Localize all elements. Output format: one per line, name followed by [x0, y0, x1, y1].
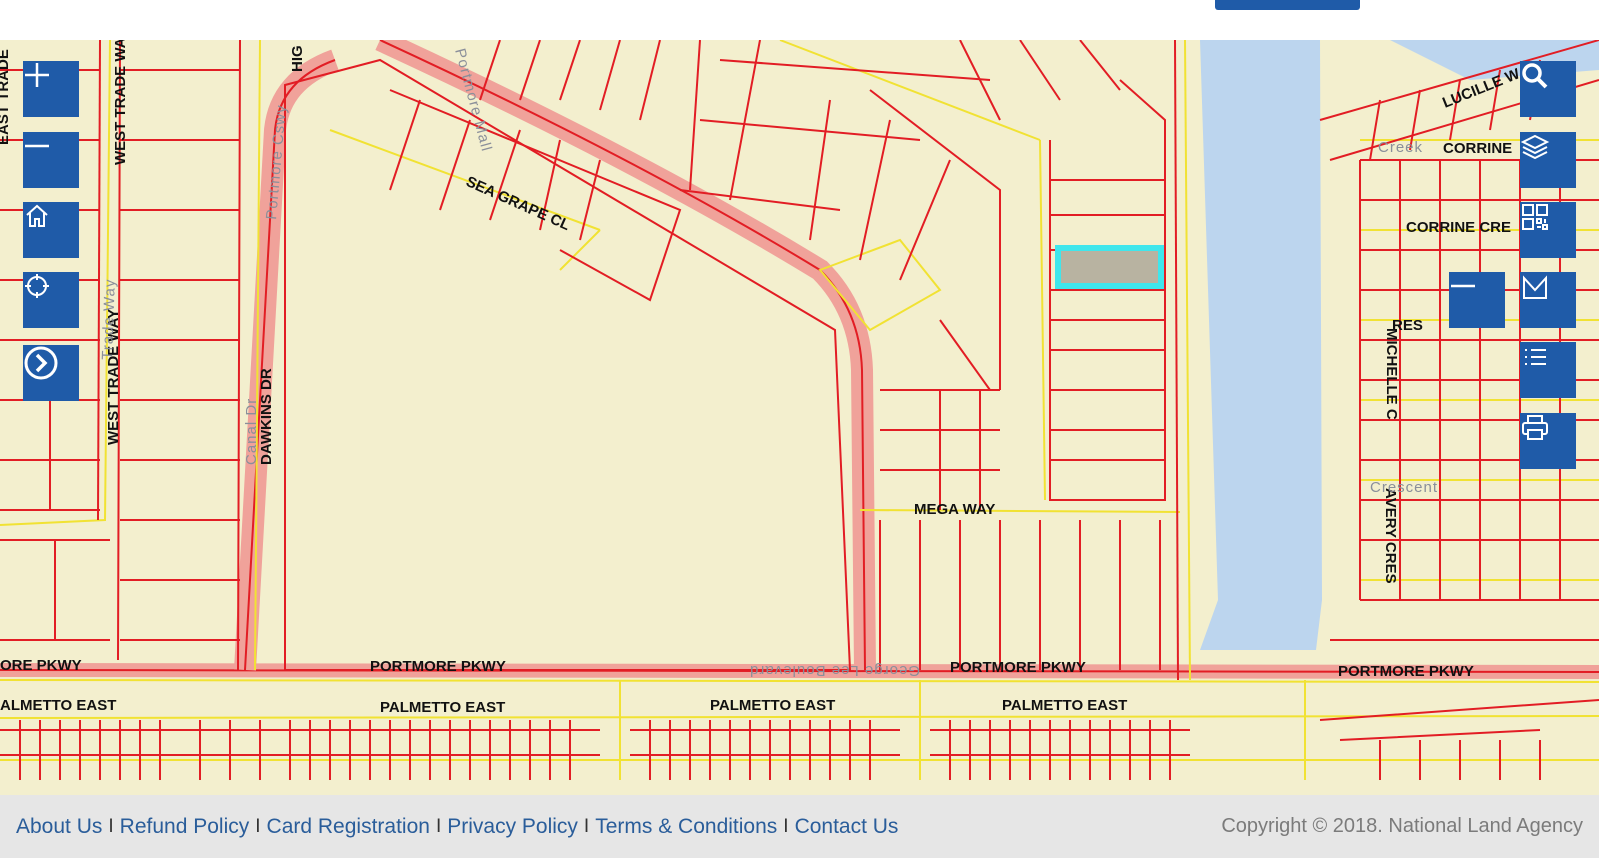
street-label: ORE PKWY [0, 657, 82, 674]
search-icon [1522, 63, 1548, 89]
crosshair-icon [25, 274, 49, 298]
link-separator: I [583, 815, 590, 837]
chevron-right-circle-icon [24, 346, 58, 380]
street-label: ALMETTO EAST [0, 697, 116, 714]
map-view[interactable]: WEST TRADE WAY WEST TRADE WAY EAST TRADE… [0, 40, 1599, 795]
street-label: PORTMORE PKWY [950, 659, 1086, 676]
street-label: Canal Dr [243, 398, 260, 465]
privacy-policy-link[interactable]: Privacy Policy [447, 815, 578, 839]
street-label: CORRINE [1443, 140, 1512, 157]
list-icon [1525, 349, 1546, 365]
zoom-out-button[interactable] [23, 132, 79, 188]
layers-icon [1520, 134, 1550, 160]
collapse-button[interactable] [1449, 272, 1505, 328]
print-button[interactable] [1520, 413, 1576, 469]
refund-policy-link[interactable]: Refund Policy [120, 815, 250, 839]
street-label: DAWKINS DR [258, 368, 275, 465]
street-label: WEST TRADE WAY [112, 40, 129, 165]
street-label: AVERY CRES [1382, 488, 1399, 584]
copyright-text: Copyright © 2018. National Land Agency [1221, 815, 1583, 837]
measure-icon [1523, 275, 1547, 299]
street-label: MEGA WAY [914, 501, 995, 518]
street-label: George Lee Boulevard [749, 662, 920, 679]
terms-conditions-link[interactable]: Terms & Conditions [595, 815, 777, 839]
street-label: SEA GRAPE CL [463, 173, 572, 234]
street-label: PALMETTO EAST [710, 697, 835, 714]
street-label: MICHELLE C [1383, 328, 1400, 420]
street-label: PORTMORE PKWY [370, 658, 506, 675]
canal-water [1200, 40, 1322, 650]
footer-links: About Us I Refund Policy I Card Registra… [16, 815, 898, 839]
george-lee-blvd-edge [379, 40, 866, 671]
qr-button[interactable] [1520, 202, 1576, 258]
layers-button[interactable] [1520, 132, 1576, 188]
link-separator: I [783, 815, 789, 837]
top-bar [0, 0, 1599, 40]
plus-icon [25, 63, 49, 87]
minus-icon [25, 144, 49, 148]
minus-icon [1451, 284, 1475, 288]
selected-parcel[interactable] [1055, 245, 1164, 289]
contact-us-link[interactable]: Contact Us [795, 815, 899, 839]
print-icon [1522, 415, 1548, 440]
street-label: CORRINE CRE [1406, 219, 1511, 236]
street-label: PORTMORE PKWY [1338, 663, 1474, 680]
link-separator: I [255, 815, 261, 837]
measure-button[interactable] [1520, 272, 1576, 328]
home-button[interactable] [23, 202, 79, 258]
legend-button[interactable] [1520, 342, 1576, 398]
about-us-link[interactable]: About Us [16, 815, 102, 839]
expand-button[interactable] [23, 345, 79, 401]
street-label: EAST TRADE [0, 49, 12, 145]
search-button[interactable] [1520, 61, 1576, 117]
street-label: PALMETTO EAST [1002, 697, 1127, 714]
link-separator: I [108, 815, 114, 837]
footer: About Us I Refund Policy I Card Registra… [0, 795, 1599, 858]
street-label: PALMETTO EAST [380, 699, 505, 716]
street-label: Trade Way [99, 278, 119, 360]
card-registration-link[interactable]: Card Registration [267, 815, 430, 839]
locate-button[interactable] [23, 272, 79, 328]
link-separator: I [435, 815, 442, 837]
street-label: HIG [289, 45, 306, 72]
street-label: Crescent [1370, 479, 1438, 496]
street-label: Creek [1378, 139, 1423, 156]
zoom-in-button[interactable] [23, 61, 79, 117]
qr-code-icon [1522, 204, 1548, 230]
george-lee-blvd-highway [375, 40, 876, 671]
home-icon [26, 204, 48, 227]
map-canvas[interactable]: WEST TRADE WAY WEST TRADE WAY EAST TRADE… [0, 40, 1599, 795]
top-action-button[interactable] [1215, 0, 1360, 10]
